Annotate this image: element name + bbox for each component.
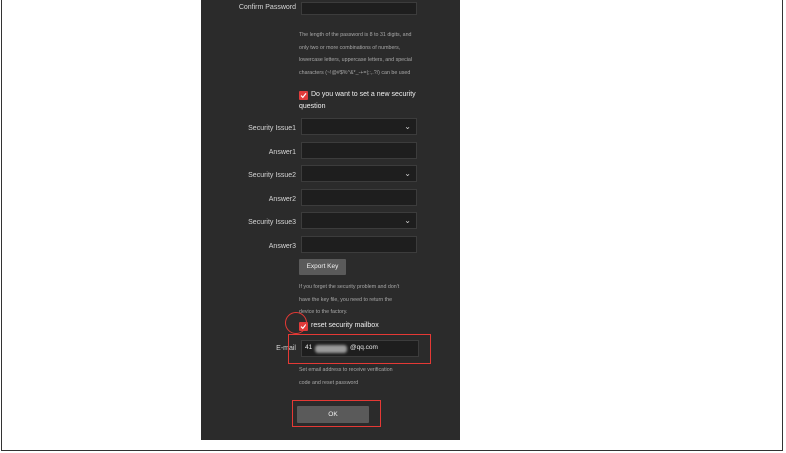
key-hint-line: have the key file, you need to return th… xyxy=(299,296,393,303)
chevron-down-icon: ⌄ xyxy=(404,169,411,178)
chevron-down-icon: ⌄ xyxy=(404,122,411,131)
confirm-password-input[interactable] xyxy=(301,2,417,15)
password-hint-line: The length of the password is 8 to 31 di… xyxy=(299,32,412,38)
key-hint: If you forget the security problem and d… xyxy=(299,281,424,319)
email-hint: Set email address to receive verificatio… xyxy=(299,364,424,389)
security-issue2-label: Security Issue2 xyxy=(248,172,296,179)
security-issue3-select[interactable]: ⌄ xyxy=(301,212,417,229)
key-hint-line: device to the factory. xyxy=(299,309,348,315)
chevron-down-icon: ⌄ xyxy=(404,216,411,225)
new-security-question-checkbox[interactable] xyxy=(299,91,308,100)
password-hint-line: only two or more combinations of numbers… xyxy=(299,44,401,51)
answer2-input[interactable] xyxy=(301,189,417,206)
answer2-label: Answer2 xyxy=(268,196,296,203)
checkmark-icon xyxy=(300,93,307,99)
security-settings-panel: Confirm Password The length of the passw… xyxy=(201,0,460,440)
export-key-button[interactable]: Export Key xyxy=(299,259,346,275)
confirm-password-label: Confirm Password xyxy=(238,4,296,11)
password-hint: The length of the password is 8 to 31 di… xyxy=(299,29,424,79)
email-hint-line: Set email address to receive verificatio… xyxy=(299,367,393,373)
answer3-input[interactable] xyxy=(301,236,417,253)
answer1-input[interactable] xyxy=(301,142,417,159)
security-issue1-label: Security Issue1 xyxy=(248,125,296,132)
key-hint-line: If you forget the security problem and d… xyxy=(299,284,400,290)
security-issue1-select[interactable]: ⌄ xyxy=(301,118,417,135)
new-security-question-label-cont: question xyxy=(299,103,326,110)
answer3-label: Answer3 xyxy=(268,243,296,250)
email-hint-line: code and reset password xyxy=(299,379,359,386)
new-security-question-label: Do you want to set a new security xyxy=(311,91,416,98)
answer1-label: Answer1 xyxy=(268,149,296,156)
password-hint-line: characters (~!@#$%^&*_-+=|;:,.?/) can be… xyxy=(299,69,411,76)
reset-security-mailbox-label: reset security mailbox xyxy=(311,322,379,329)
annotation-ok-highlight xyxy=(292,400,381,427)
security-issue2-select[interactable]: ⌄ xyxy=(301,165,417,182)
password-hint-line: lowercase letters, uppercase letters, an… xyxy=(299,57,413,63)
security-issue3-label: Security Issue3 xyxy=(248,219,296,226)
annotation-email-highlight xyxy=(288,334,431,364)
annotation-circle xyxy=(285,312,307,334)
